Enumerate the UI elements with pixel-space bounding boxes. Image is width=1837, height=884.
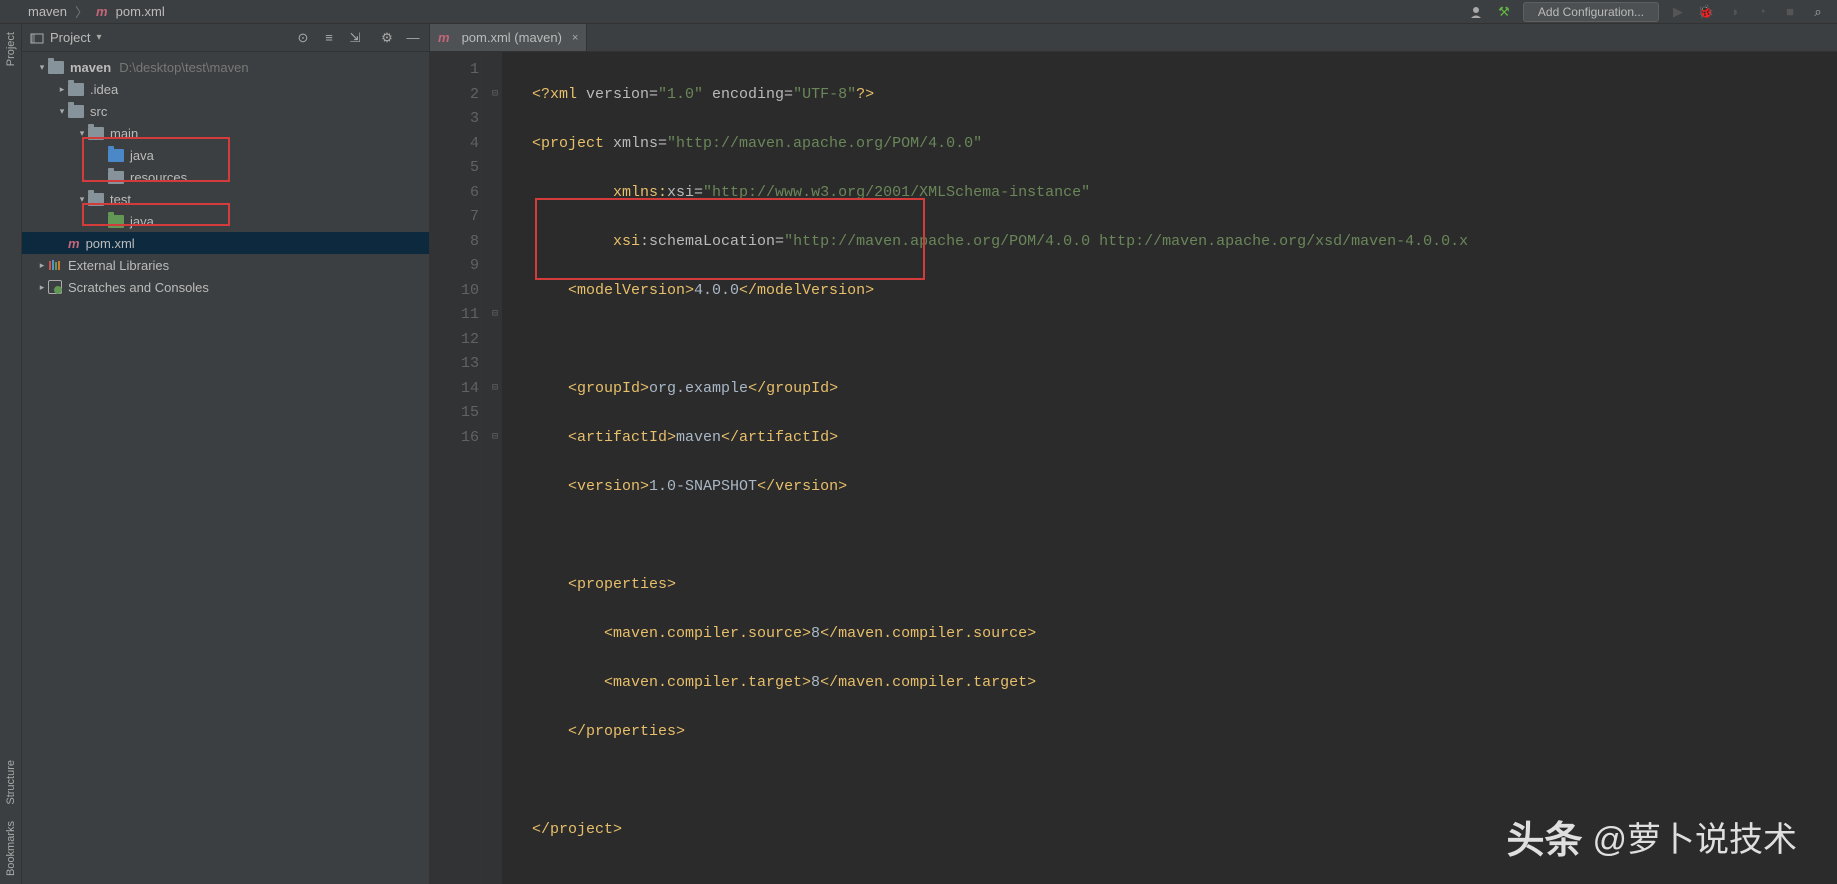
collapse-all-icon[interactable]: ⇲ (347, 30, 363, 46)
tree-scratches[interactable]: Scratches and Consoles (22, 276, 429, 298)
test-folder-icon (108, 215, 124, 228)
folder-icon (68, 105, 84, 118)
resources-folder-icon (108, 171, 124, 184)
rail-structure[interactable]: Structure (5, 752, 17, 813)
tree-main[interactable]: main (22, 122, 429, 144)
editor-tab-pom[interactable]: m pom.xml (maven) × (430, 24, 587, 51)
add-configuration-button[interactable]: Add Configuration... (1523, 2, 1659, 22)
watermark-text: @萝卜说技术 (1592, 812, 1797, 861)
folder-icon (88, 127, 104, 140)
left-tool-rail: Project Structure Bookmarks (0, 24, 22, 884)
fold-gutter: ⊟⊟⊟⊟ (488, 52, 502, 884)
hide-panel-icon[interactable]: — (405, 30, 421, 46)
maven-file-icon: m (96, 4, 108, 19)
folder-icon (48, 61, 64, 74)
folder-icon (88, 193, 104, 206)
breadcrumb-project[interactable]: maven (28, 4, 67, 19)
tree-pom[interactable]: m pom.xml (22, 232, 429, 254)
project-view-icon (30, 31, 44, 45)
select-opened-file-icon[interactable]: ⊙ (295, 30, 311, 46)
run-icon[interactable]: ▶ (1669, 3, 1687, 21)
tree-external-libs[interactable]: External Libraries (22, 254, 429, 276)
breadcrumb: maven 〉 m pom.xml (0, 2, 1467, 21)
tree-idea[interactable]: .idea (22, 78, 429, 100)
folder-icon (68, 83, 84, 96)
editor-body[interactable]: 1234 5678 9101112 13141516 ⊟⊟⊟⊟ <?xml ve… (430, 52, 1837, 884)
tree-test[interactable]: test (22, 188, 429, 210)
top-actions: ⚒ Add Configuration... ▶ 🐞 ◑ ◔ ■ ⌕ (1467, 2, 1837, 22)
panel-title-label: Project (50, 30, 90, 45)
maven-file-icon: m (438, 30, 450, 45)
project-tree: maven D:\desktop\test\maven .idea src ma… (22, 52, 429, 302)
code-content[interactable]: <?xml version="1.0" encoding="UTF-8"?> <… (502, 52, 1468, 884)
watermark-logo: 头条 (1506, 809, 1582, 864)
tree-test-java[interactable]: java (22, 210, 429, 232)
user-icon[interactable] (1467, 3, 1485, 21)
source-folder-icon (108, 149, 124, 162)
profiler-icon[interactable]: ◔ (1753, 3, 1771, 21)
coverage-icon[interactable]: ◑ (1725, 3, 1743, 21)
editor-area: m pom.xml (maven) × 1234 5678 9101112 13… (430, 24, 1837, 884)
project-panel: Project ▾ ⊙ ≡ ⇲ ⚙ — maven D:\desktop\tes… (22, 24, 430, 884)
top-bar: maven 〉 m pom.xml ⚒ Add Configuration...… (0, 0, 1837, 24)
rail-project[interactable]: Project (5, 24, 17, 74)
stop-icon[interactable]: ■ (1781, 3, 1799, 21)
tree-root[interactable]: maven D:\desktop\test\maven (22, 56, 429, 78)
search-icon[interactable]: ⌕ (1809, 3, 1827, 21)
tree-src[interactable]: src (22, 100, 429, 122)
panel-dropdown-icon[interactable]: ▾ (96, 32, 101, 43)
rail-bookmarks[interactable]: Bookmarks (5, 813, 17, 884)
expand-all-icon[interactable]: ≡ (321, 30, 337, 46)
libraries-icon (48, 259, 62, 271)
editor-tabs: m pom.xml (maven) × (430, 24, 1837, 52)
close-tab-icon[interactable]: × (572, 32, 578, 44)
breadcrumb-file[interactable]: pom.xml (116, 4, 165, 19)
editor-tab-label: pom.xml (maven) (462, 30, 562, 45)
watermark: 头条 @萝卜说技术 (1506, 809, 1797, 864)
settings-gear-icon[interactable]: ⚙ (379, 30, 395, 46)
tree-main-java[interactable]: java (22, 144, 429, 166)
line-gutter: 1234 5678 9101112 13141516 (430, 52, 488, 884)
panel-header: Project ▾ ⊙ ≡ ⇲ ⚙ — (22, 24, 429, 52)
tree-resources[interactable]: resources (22, 166, 429, 188)
debug-icon[interactable]: 🐞 (1697, 3, 1715, 21)
scratches-icon (48, 280, 62, 294)
breadcrumb-separator-icon: 〉 (75, 2, 88, 21)
build-icon[interactable]: ⚒ (1495, 3, 1513, 21)
maven-file-icon: m (68, 236, 80, 251)
